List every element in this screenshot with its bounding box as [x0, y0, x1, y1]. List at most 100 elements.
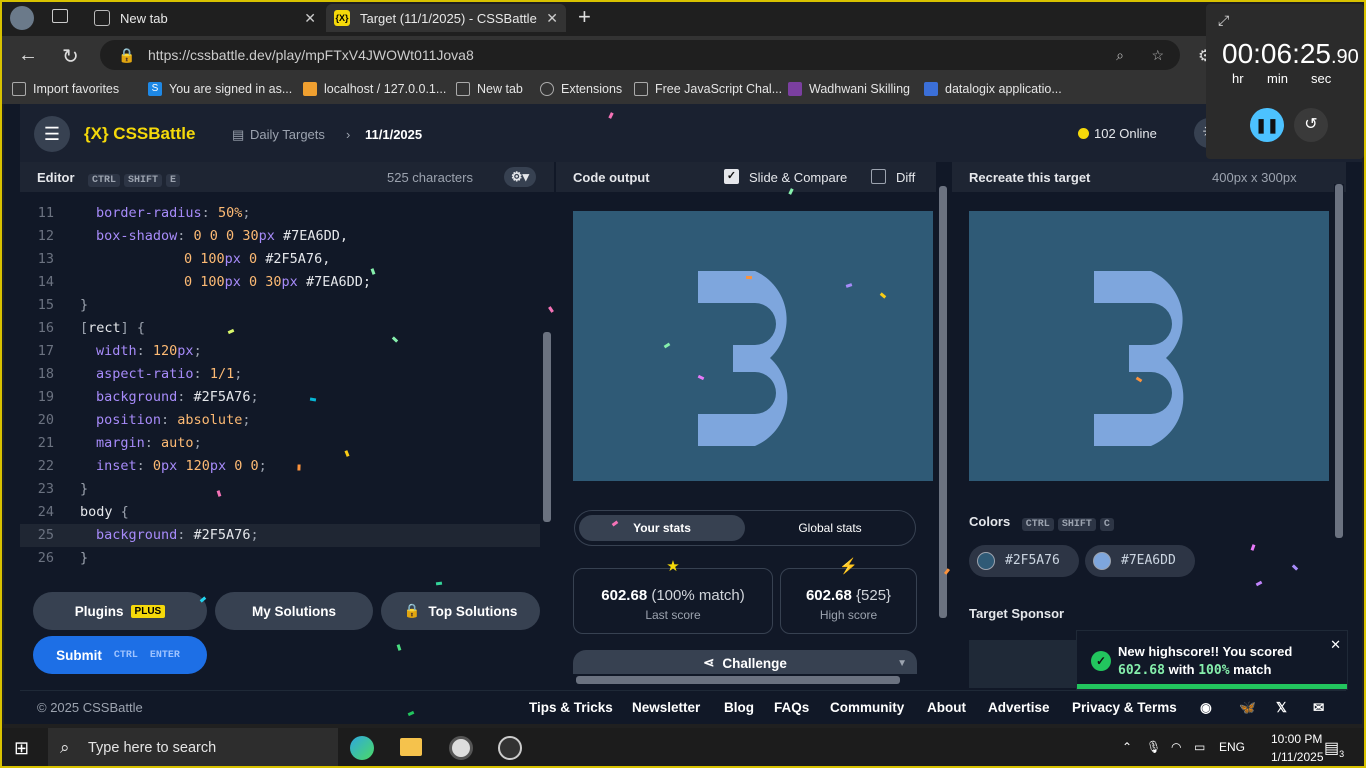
settings-gear-icon[interactable]: ⚙▾	[504, 167, 536, 187]
notifications-icon[interactable]: ▤3	[1324, 738, 1344, 759]
code-line[interactable]: 11 border-radius: 50%;	[20, 202, 540, 225]
tab-new-tab[interactable]: New tab ✕	[86, 4, 324, 32]
clock-date[interactable]: 1/11/2025	[1271, 750, 1324, 764]
clock-time[interactable]: 10:00 PM	[1271, 732, 1322, 746]
site-logo[interactable]: {X} CSSBattle	[84, 124, 195, 144]
bookmark-javascript-challenges[interactable]: Free JavaScript Chal...	[634, 82, 782, 96]
breadcrumb-daily-targets[interactable]: Daily Targets	[250, 127, 325, 142]
output-scrollbar[interactable]	[937, 168, 949, 662]
close-icon[interactable]: ✕	[1330, 637, 1341, 653]
chevron-up-icon[interactable]: ⌃	[1122, 740, 1132, 754]
footer-privacy[interactable]: Privacy & Terms	[1072, 700, 1177, 715]
footer-faqs[interactable]: FAQs	[774, 700, 809, 715]
footer-community[interactable]: Community	[830, 700, 904, 715]
target-scrollbar[interactable]	[1334, 184, 1344, 544]
bookmark-localhost[interactable]: localhost / 127.0.0.1...	[303, 82, 446, 96]
new-tab-button[interactable]: +	[578, 4, 591, 30]
code-line[interactable]: 24 body {	[20, 501, 540, 524]
profile-avatar[interactable]	[10, 6, 34, 30]
slide-compare-checkbox[interactable]: ✓	[724, 169, 739, 184]
code-line[interactable]: 19 background: #2F5A76;	[20, 386, 540, 409]
url-field[interactable]: 🔒 https://cssbattle.dev/play/mpFTxV4JWOW…	[100, 40, 1180, 70]
top-solutions-button[interactable]: 🔒 Top Solutions	[381, 592, 540, 630]
breadcrumb-date: 11/1/2025	[365, 127, 423, 142]
footer-about[interactable]: About	[927, 700, 966, 715]
file-explorer-icon[interactable]	[400, 738, 422, 756]
code-line[interactable]: 17 width: 120px;	[20, 340, 540, 363]
submit-button[interactable]: Submit CTRL ENTER	[33, 636, 207, 674]
plugins-button[interactable]: Plugins PLUS	[33, 592, 207, 630]
code-line[interactable]: 26}	[20, 547, 540, 570]
bookmark-signed-in[interactable]: S You are signed in as...	[148, 82, 292, 96]
tab-actions-icon[interactable]	[52, 9, 68, 23]
close-tab-icon[interactable]: ✕	[304, 10, 316, 27]
battery-icon[interactable]: ▭	[1194, 740, 1205, 754]
bluesky-icon[interactable]: 🦋	[1239, 700, 1256, 716]
code-output-canvas[interactable]	[573, 211, 933, 481]
expand-icon[interactable]: ⤢	[1218, 12, 1229, 29]
output-hscrollbar-thumb[interactable]	[576, 676, 900, 684]
code-line[interactable]: 15}	[20, 294, 540, 317]
code-line[interactable]: 21 margin: auto;	[20, 432, 540, 455]
code-line[interactable]: 20 position: absolute;	[20, 409, 540, 432]
star-icon: ★	[666, 558, 680, 575]
edge-icon[interactable]	[350, 736, 374, 760]
editor-scrollbar[interactable]	[540, 192, 554, 574]
search-icon: ⌕	[60, 738, 70, 757]
color-chip-light[interactable]: #7EA6DD	[1085, 545, 1195, 577]
bookmark-wadhwani[interactable]: Wadhwani Skilling	[788, 82, 910, 96]
editor-scrollbar-thumb[interactable]	[543, 332, 551, 522]
x-twitter-icon[interactable]: 𝕏	[1276, 700, 1287, 716]
code-line[interactable]: 18 aspect-ratio: 1/1;	[20, 363, 540, 386]
tab-cssbattle[interactable]: {X} Target (11/1/2025) - CSSBattle ✕	[326, 4, 566, 32]
code-line[interactable]: 12 box-shadow: 0 0 0 30px #7EA6DD,	[20, 225, 540, 248]
bookmark-datalogix[interactable]: datalogix applicatio...	[924, 82, 1062, 96]
close-tab-icon[interactable]: ✕	[546, 10, 558, 27]
footer-tips[interactable]: Tips & Tricks	[529, 700, 613, 715]
code-editor[interactable]: 11 border-radius: 50%; 12 box-shadow: 0 0 0…	[20, 192, 540, 574]
code-line[interactable]: 22 inset: 0px 120px 0 0;	[20, 455, 540, 478]
my-solutions-button[interactable]: My Solutions	[215, 592, 373, 630]
footer-blog[interactable]: Blog	[724, 700, 754, 715]
footer-newsletter[interactable]: Newsletter	[632, 700, 700, 715]
windows-start-icon[interactable]: ⊞	[14, 738, 29, 759]
microphone-icon[interactable]: 🎙	[1146, 740, 1161, 754]
challenge-button[interactable]: ⋖ Challenge ▼	[573, 650, 917, 676]
tab-your-stats[interactable]: Your stats	[579, 515, 745, 541]
back-icon[interactable]: ←	[18, 44, 38, 67]
line-number: 20	[37, 412, 54, 428]
target-scrollbar-thumb[interactable]	[1335, 184, 1343, 538]
menu-icon[interactable]: ☰	[34, 116, 70, 152]
code-line[interactable]: 13 0 100px 0 #2F5A76,	[20, 248, 540, 271]
clock-app-icon[interactable]	[449, 736, 473, 760]
online-count: 102 Online	[1078, 126, 1157, 141]
favorite-star-icon[interactable]: ☆	[1151, 40, 1164, 70]
sponsor-image[interactable]	[969, 640, 1079, 688]
diff-checkbox[interactable]	[871, 169, 886, 184]
code-line[interactable]: 23}	[20, 478, 540, 501]
bookmark-extensions[interactable]: Extensions	[540, 82, 622, 96]
min-label: min	[1267, 71, 1288, 86]
tab-global-stats[interactable]: Global stats	[747, 515, 913, 541]
language-indicator[interactable]: ENG	[1219, 740, 1245, 754]
discord-icon[interactable]: ◉	[1200, 700, 1212, 716]
refresh-icon[interactable]: ↻	[62, 44, 79, 69]
char-count: 525 characters	[387, 170, 473, 185]
taskbar-search[interactable]: ⌕ Type here to search	[48, 728, 338, 768]
color-chip-dark[interactable]: #2F5A76	[969, 545, 1079, 577]
reset-button[interactable]: ↺	[1294, 108, 1328, 142]
bookmark-import-favorites[interactable]: Import favorites	[12, 82, 119, 96]
mail-icon[interactable]: ✉	[1313, 700, 1324, 716]
wifi-icon[interactable]: ◠	[1171, 740, 1181, 754]
recorder-app-icon[interactable]	[498, 736, 522, 760]
code-line[interactable]: 25 background: #2F5A76;	[20, 524, 540, 547]
output-hscrollbar[interactable]	[560, 674, 934, 686]
code-line[interactable]: 16 [rect] {	[20, 317, 540, 340]
editor-title: Editor	[37, 170, 75, 185]
output-scrollbar-thumb[interactable]	[939, 186, 947, 618]
zoom-icon[interactable]: ⌕	[1116, 40, 1124, 70]
code-line[interactable]: 14 0 100px 0 30px #7EA6DD;	[20, 271, 540, 294]
bookmark-new-tab[interactable]: New tab	[456, 82, 523, 96]
pause-button[interactable]: ❚❚	[1250, 108, 1284, 142]
footer-advertise[interactable]: Advertise	[988, 700, 1050, 715]
